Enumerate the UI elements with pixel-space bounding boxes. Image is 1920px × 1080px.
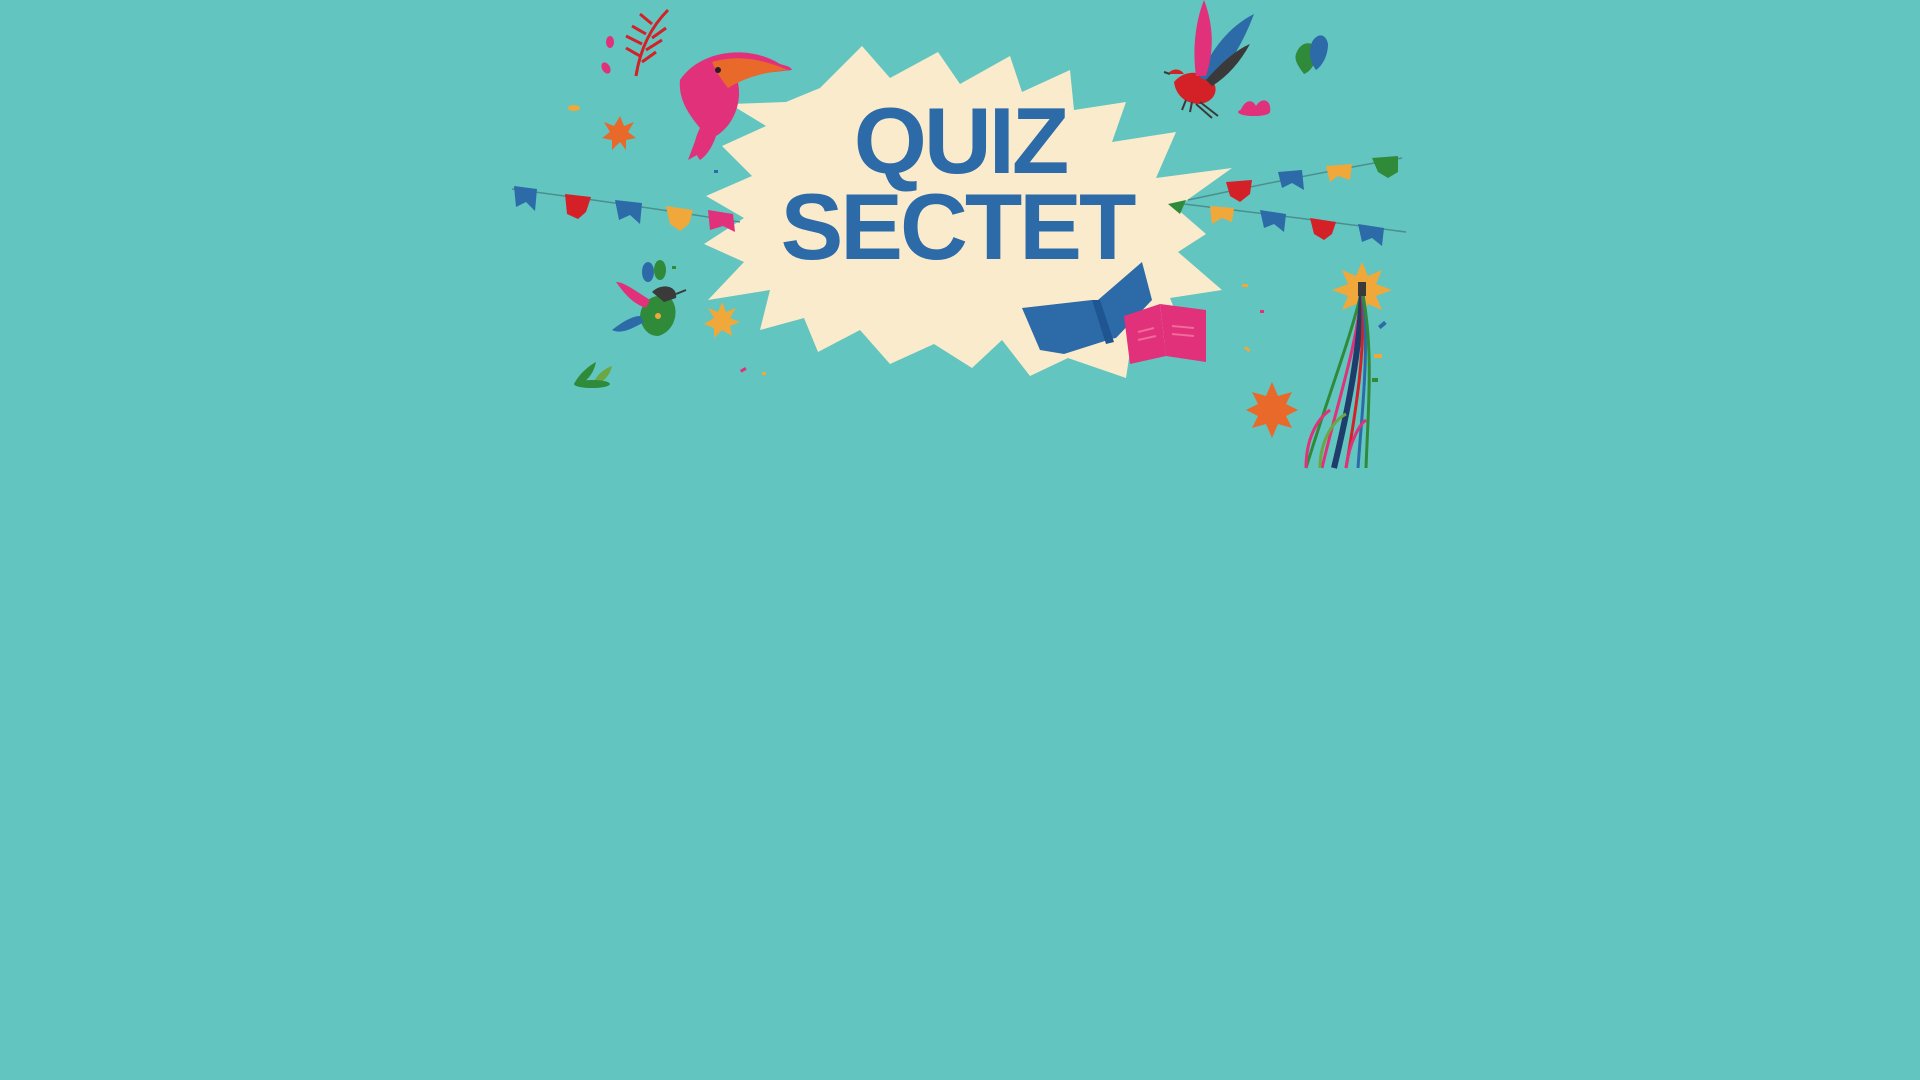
star-icon [1246, 382, 1298, 438]
title-line-quiz: QUIZ [853, 88, 1070, 193]
hummingbird-icon [612, 260, 687, 336]
quiz-title: QUIZ SECTET [760, 88, 1160, 280]
star-icon [602, 116, 636, 150]
leaf-icon [1238, 100, 1271, 116]
leaf-icon [574, 362, 612, 388]
bunting-right-lower [1183, 203, 1407, 246]
quiz-screen: QUIZ SECTET [0, 0, 1920, 1080]
title-line-sectet: SECTET [780, 174, 1137, 280]
leaf-branch-icon [568, 8, 670, 111]
drop-icon [1295, 35, 1328, 74]
maypole-ribbons [1304, 262, 1392, 469]
bunting-left [511, 186, 741, 232]
star-icon [704, 302, 740, 338]
bird-icon [1163, 0, 1254, 119]
